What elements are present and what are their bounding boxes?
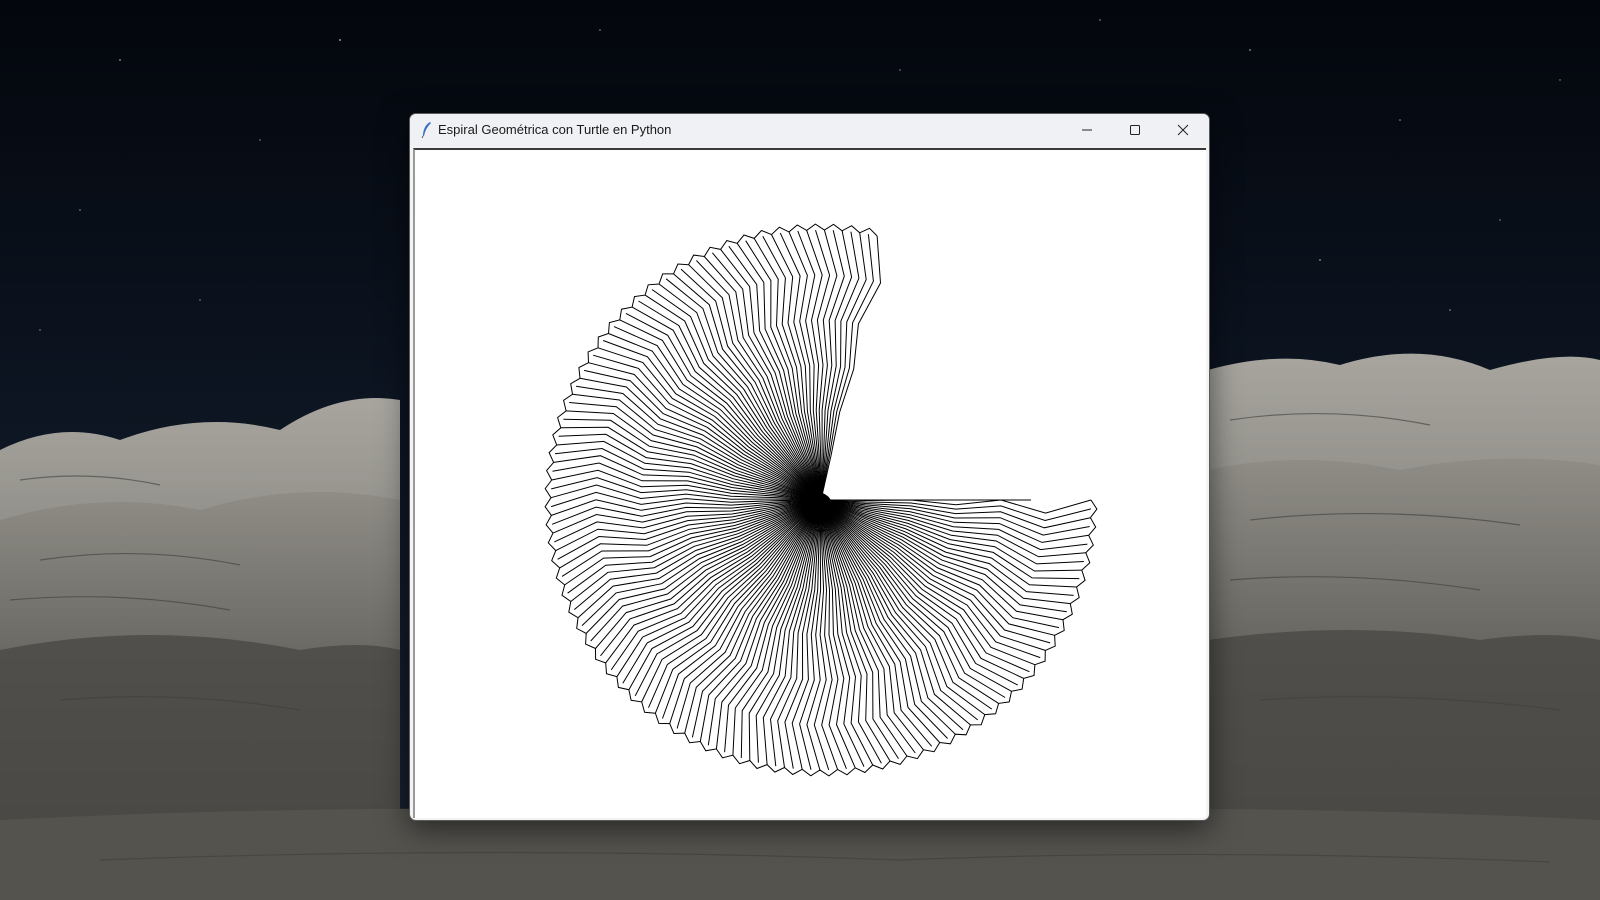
- minimize-button[interactable]: [1063, 114, 1111, 146]
- maximize-icon: [1130, 125, 1140, 135]
- spiral-center: [801, 492, 833, 524]
- spiral-drawing: [544, 223, 1098, 777]
- tk-feather-icon: [421, 122, 431, 139]
- spiral-line: [820, 231, 860, 501]
- window-title: Espiral Geométrica con Turtle en Python: [438, 122, 672, 137]
- close-button[interactable]: [1159, 114, 1207, 146]
- spiral-line: [820, 499, 1088, 551]
- spiral-line: [755, 499, 822, 763]
- minimize-icon: [1082, 129, 1092, 131]
- turtle-canvas[interactable]: [413, 148, 1206, 818]
- title-bar[interactable]: Espiral Geométrica con Turtle en Python: [410, 114, 1209, 146]
- desktop: Espiral Geométrica con Turtle en Python: [0, 0, 1600, 900]
- close-icon: [1177, 124, 1189, 136]
- maximize-button[interactable]: [1111, 114, 1159, 146]
- turtle-window: Espiral Geométrica con Turtle en Python: [409, 113, 1210, 821]
- spiral-lines: [544, 223, 1098, 777]
